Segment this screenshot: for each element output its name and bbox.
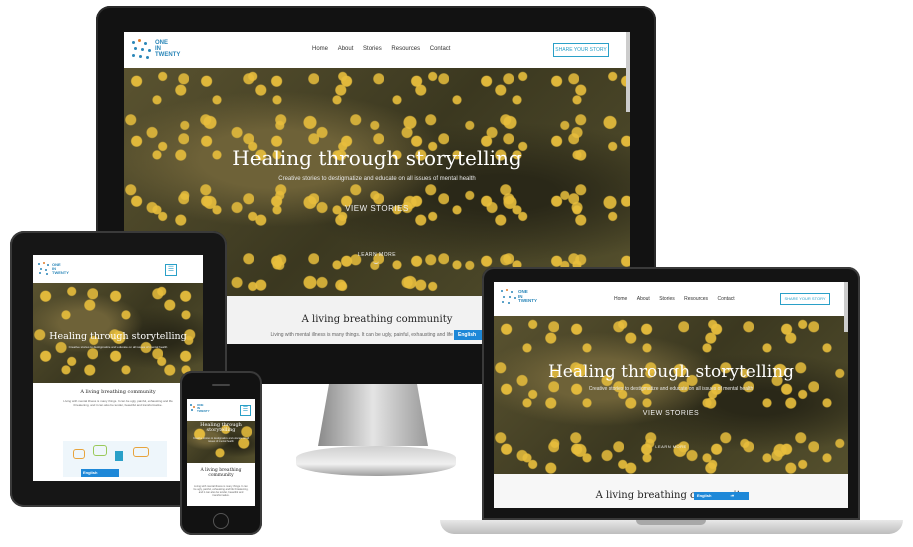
- laptop-nav-stories[interactable]: Stories: [659, 296, 675, 302]
- laptop-view-stories-button[interactable]: VIEW STORIES: [621, 410, 721, 417]
- laptop-language-flag-icon: ▪▾: [730, 493, 735, 498]
- laptop-hero-title: Healing through storytelling: [547, 362, 794, 382]
- laptop-logo-icon[interactable]: [500, 288, 518, 306]
- logo-icon[interactable]: [130, 38, 154, 62]
- laptop-nav-resources[interactable]: Resources: [684, 296, 708, 302]
- laptop-community-title: A living breathing community: [595, 490, 747, 501]
- laptop-language-label: English: [697, 493, 712, 498]
- tablet-screen: ONE IN TWENTY ☰ Healing through storytel…: [33, 255, 203, 481]
- desktop-scrollbar[interactable]: [626, 32, 630, 112]
- phone-community-text: Living with mental illness is many thing…: [193, 485, 249, 497]
- tablet-hero-subtitle: Creative stories to destigmatize and edu…: [68, 345, 168, 349]
- laptop-notch: [636, 520, 706, 525]
- phone-hero-subtitle: Creative stories to destigmatize and edu…: [193, 437, 250, 443]
- tablet-logo-icon[interactable]: [37, 261, 51, 275]
- laptop-nav: Home About Stories Resources Contact: [610, 296, 739, 302]
- phone-logo-icon[interactable]: [190, 404, 196, 412]
- monitor-base: [296, 446, 456, 476]
- laptop-logo-text[interactable]: ONE IN TWENTY: [518, 289, 537, 304]
- hero-subtitle: Creative stories to destigmatize and edu…: [278, 176, 476, 182]
- share-story-button[interactable]: SHARE YOUR STORY: [553, 43, 609, 57]
- phone-community-title: A living breathing community: [200, 468, 242, 478]
- desktop-header: ONE IN TWENTY Home About Stories Resourc…: [124, 32, 630, 68]
- tablet-community-text: Living with mental illness is many thing…: [63, 399, 173, 407]
- phone-hamburger-icon[interactable]: ☰: [240, 405, 251, 416]
- laptop-share-story-button[interactable]: SHARE YOUR STORY: [780, 293, 830, 305]
- laptop-nav-about[interactable]: About: [637, 296, 650, 302]
- laptop-scrollbar[interactable]: [844, 282, 848, 332]
- phone-screen: ONE IN TWENTY ☰ Healing through storytel…: [187, 399, 255, 506]
- nav-resources[interactable]: Resources: [391, 46, 420, 52]
- learn-more-link[interactable]: LEARN MORE: [327, 252, 427, 258]
- nav-contact[interactable]: Contact: [430, 46, 451, 52]
- laptop-nav-home[interactable]: Home: [614, 296, 627, 302]
- phone-home-button[interactable]: [213, 513, 229, 529]
- laptop-language-selector[interactable]: English ▪▾: [694, 492, 749, 500]
- nav-about[interactable]: About: [338, 46, 354, 52]
- tablet-hamburger-icon[interactable]: ☰: [165, 264, 177, 276]
- tablet-hero-title: Healing through storytelling: [49, 331, 187, 342]
- laptop-learn-more-link[interactable]: LEARN MORE: [621, 444, 721, 449]
- tablet-language-selector[interactable]: English: [81, 469, 119, 477]
- phone-logo-text[interactable]: ONE IN TWENTY: [197, 404, 210, 413]
- phone-hero: Healing through storytelling Creative st…: [187, 421, 255, 463]
- nav-stories[interactable]: Stories: [363, 46, 382, 52]
- chevron-down-icon[interactable]: [373, 260, 379, 264]
- tablet-logo-text[interactable]: ONE IN TWENTY: [52, 263, 69, 275]
- view-stories-button[interactable]: VIEW STORIES: [327, 204, 427, 213]
- hero-title: Healing through storytelling: [232, 146, 522, 170]
- laptop-hero-subtitle: Creative stories to destigmatize and edu…: [588, 386, 754, 392]
- laptop-hero: Healing through storytelling Creative st…: [494, 316, 848, 474]
- nav-home[interactable]: Home: [312, 46, 328, 52]
- laptop-community: A living breathing community: [494, 474, 848, 508]
- phone-hero-title: Healing through storytelling: [200, 422, 242, 434]
- laptop-nav-contact[interactable]: Contact: [717, 296, 734, 302]
- laptop-screen: ONE IN TWENTY Home About Stories Resourc…: [494, 282, 848, 508]
- tablet-hero: Healing through storytelling Creative st…: [33, 283, 203, 383]
- desktop-nav: Home About Stories Resources Contact: [308, 46, 454, 52]
- logo-text[interactable]: ONE IN TWENTY: [155, 40, 180, 58]
- monitor-stand: [318, 384, 428, 446]
- phone-speaker: [212, 384, 230, 386]
- tablet-community-title: A living breathing community: [80, 389, 156, 395]
